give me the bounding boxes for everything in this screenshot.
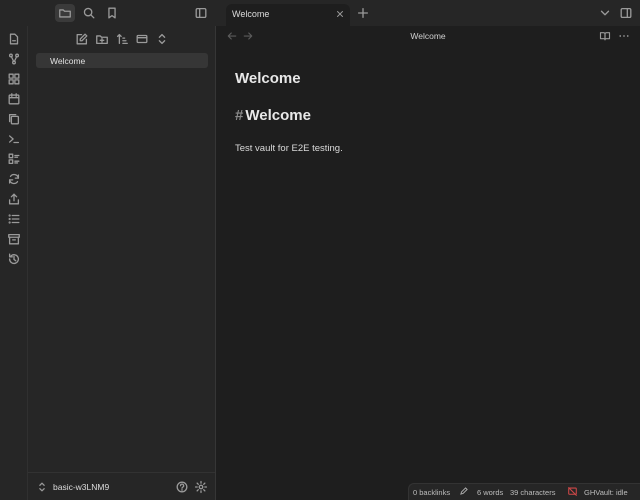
paragraph[interactable]: Test vault for E2E testing.: [235, 143, 343, 154]
edit-mode-icon[interactable]: [459, 486, 469, 496]
terminal-icon[interactable]: [7, 132, 21, 146]
archive-icon[interactable]: [7, 232, 21, 246]
file-explorer: Welcome basic-w3LNM9: [28, 26, 216, 500]
arrow-left-icon[interactable]: [226, 30, 238, 42]
search-icon[interactable]: [79, 4, 99, 22]
publish-icon[interactable]: [7, 192, 21, 206]
sync-icon[interactable]: [7, 172, 21, 186]
backlinks-count[interactable]: 0 backlinks: [413, 488, 450, 497]
word-count: 6 words: [477, 488, 504, 497]
status-bar: 0 backlinks 6 words 39 characters GHVaul…: [408, 483, 640, 500]
arrow-right-icon[interactable]: [242, 30, 254, 42]
book-open-icon[interactable]: [599, 30, 611, 42]
new-note-icon[interactable]: [75, 32, 89, 46]
auto-reveal-icon[interactable]: [135, 32, 149, 46]
outline-icon[interactable]: [7, 212, 21, 226]
folder-icon[interactable]: [55, 4, 75, 22]
sort-icon[interactable]: [115, 32, 129, 46]
help-icon[interactable]: [175, 480, 189, 494]
plugin-status[interactable]: GHVault: idle: [584, 488, 628, 497]
file-item-welcome[interactable]: Welcome: [36, 53, 208, 68]
file-item-label: Welcome: [50, 56, 86, 66]
bookmark-icon[interactable]: [102, 4, 122, 22]
calendar-icon[interactable]: [7, 92, 21, 106]
heading-text: Welcome: [245, 107, 311, 124]
graph-view-icon[interactable]: [7, 52, 21, 66]
tab-welcome[interactable]: Welcome: [226, 4, 350, 26]
vault-name[interactable]: basic-w3LNM9: [53, 482, 109, 492]
copy-icon[interactable]: [7, 112, 21, 126]
vault-switcher-icon[interactable]: [37, 481, 47, 493]
ribbon: [0, 26, 28, 500]
sync-error-icon[interactable]: [567, 486, 578, 497]
editor-pane: Welcome Welcome # Welcome Test vault for …: [216, 26, 640, 500]
chevron-down-icon[interactable]: [595, 4, 615, 22]
character-count: 39 characters: [510, 488, 556, 497]
heading-hash: #: [235, 107, 244, 124]
history-icon[interactable]: [7, 252, 21, 266]
view-header-title[interactable]: Welcome: [216, 31, 640, 41]
canvas-icon[interactable]: [7, 72, 21, 86]
templates-icon[interactable]: [7, 152, 21, 166]
tab-title: Welcome: [232, 9, 270, 19]
plus-icon[interactable]: [353, 4, 373, 22]
heading-1[interactable]: # Welcome: [235, 107, 311, 124]
inline-title[interactable]: Welcome: [235, 70, 301, 87]
new-folder-icon[interactable]: [95, 32, 109, 46]
sidebar-toggle-icon[interactable]: [191, 4, 211, 22]
close-icon[interactable]: [334, 8, 346, 20]
right-sidebar-icon[interactable]: [616, 4, 636, 22]
new-note-icon[interactable]: [7, 32, 21, 46]
more-options-icon[interactable]: [618, 30, 630, 42]
title-bar: Welcome: [0, 0, 640, 26]
collapse-all-icon[interactable]: [155, 32, 169, 46]
vault-footer: basic-w3LNM9: [28, 472, 215, 500]
gear-icon[interactable]: [194, 480, 208, 494]
